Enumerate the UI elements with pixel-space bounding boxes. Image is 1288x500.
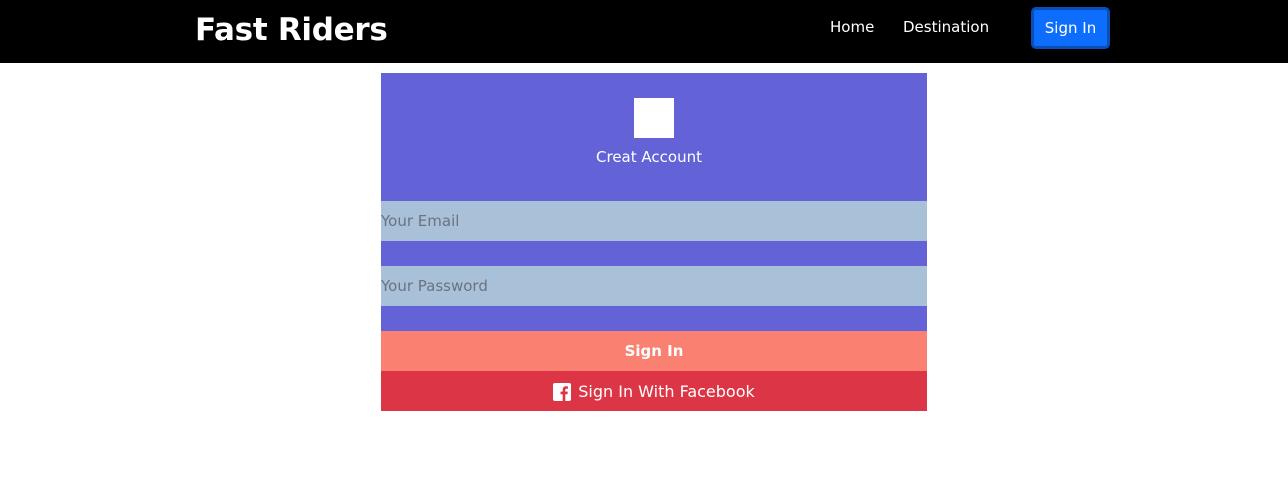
header-signin-button[interactable]: Sign In: [1031, 7, 1110, 49]
brand-logo[interactable]: Fast Riders: [195, 10, 388, 50]
facebook-icon: [553, 382, 572, 401]
navbar: Fast Riders Home Destination Sign In: [0, 0, 1288, 63]
facebook-signin-label: Sign In With Facebook: [578, 381, 755, 401]
password-input[interactable]: [381, 266, 927, 306]
avatar-placeholder: [634, 98, 674, 138]
create-account-title: Creat Account: [596, 148, 702, 166]
facebook-signin-button[interactable]: Sign In With Facebook: [381, 371, 927, 411]
signin-button[interactable]: Sign In: [381, 331, 927, 371]
signin-card: Creat Account Sign In Sign In With Faceb…: [381, 73, 927, 411]
nav-link-destination[interactable]: Destination: [903, 17, 989, 37]
email-input[interactable]: [381, 201, 927, 241]
nav-link-home[interactable]: Home: [830, 17, 874, 37]
